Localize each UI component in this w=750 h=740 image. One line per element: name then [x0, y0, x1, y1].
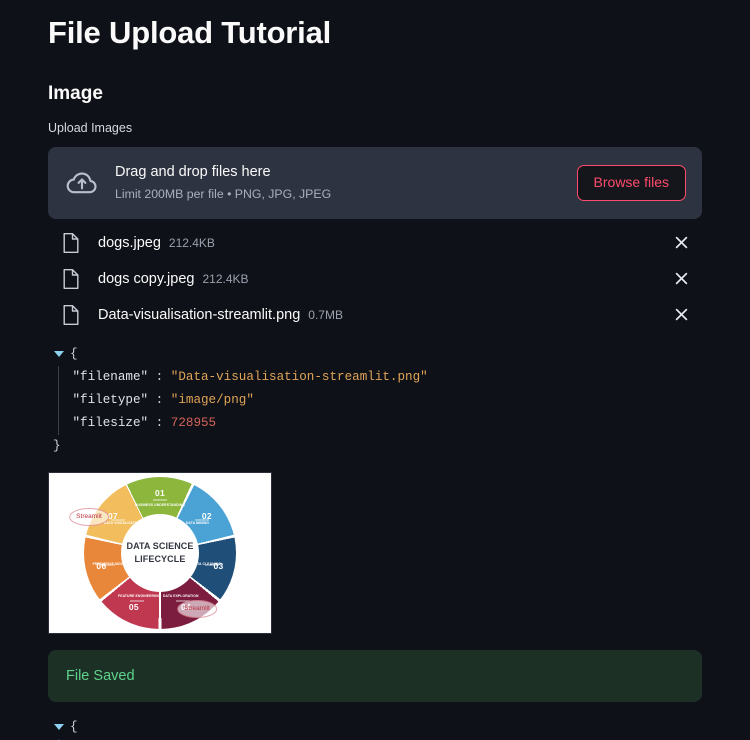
dropzone-limit-text: Limit 200MB per file • PNG, JPG, JPEG: [115, 187, 332, 202]
dropzone-text: Drag and drop files here Limit 200MB per…: [115, 162, 577, 203]
donut-segment-caption: DATA EXPLORATION: [162, 594, 199, 599]
json-open-brace: {: [70, 346, 78, 361]
json-viewer-bottom: { "filename" : "dogs copy.jpeg": [48, 716, 702, 740]
status-badge: File Saved: [48, 649, 702, 702]
file-name: dogs copy.jpeg: [98, 270, 195, 287]
browse-files-button[interactable]: Browse files: [576, 165, 686, 201]
json-colon: :: [155, 392, 164, 407]
file-dropzone[interactable]: Drag and drop files here Limit 200MB per…: [48, 146, 702, 219]
watermark-bottom: Streamlit: [177, 599, 217, 618]
json-value: "Data-visualisation-streamlit.png": [170, 369, 428, 384]
donut-segment-caption: FEATURE ENGINEERING: [118, 594, 161, 599]
table-row: Data-visualisation-streamlit.png 0.7MB: [48, 297, 702, 333]
json-body: "filename" : "Data-visualisation-streaml…: [57, 365, 703, 435]
cloud-upload-icon: [65, 166, 99, 200]
json-property: "filetype" : "image/png": [73, 389, 703, 412]
donut-segment-divider: [129, 600, 144, 602]
main-container: File Upload Tutorial Image Upload Images…: [0, 0, 750, 740]
donut-segment-caption: DATA CLEANING: [192, 561, 222, 566]
json-root-line: {: [52, 343, 702, 366]
json-root-line: {: [52, 716, 702, 739]
watermark-top: Streamlit: [69, 507, 109, 526]
remove-file-button[interactable]: [668, 230, 694, 256]
alert-message: File Saved: [66, 667, 135, 684]
section-heading: Image: [48, 82, 103, 104]
json-property: "filename" : "Data-visualisation-streaml…: [73, 366, 703, 389]
file-icon: [62, 268, 80, 290]
app-root: File Upload Tutorial Image Upload Images…: [0, 0, 750, 740]
remove-file-button[interactable]: [668, 302, 694, 328]
donut-segment-divider: [153, 499, 167, 501]
file-size: 212.4KB: [168, 235, 215, 250]
donut-center-line1: DATA SCIENCE: [126, 540, 194, 551]
donut-center-line2: LIFECYCLE: [134, 553, 186, 564]
file-icon: [62, 304, 80, 326]
json-value: "image/png": [170, 392, 254, 407]
image-preview-wrap: DATA SCIENCE LIFECYCLE 01 BUSINESS UNDERS…: [48, 471, 702, 634]
page-title: File Upload Tutorial: [48, 15, 332, 50]
caret-down-icon[interactable]: [52, 721, 65, 734]
remove-file-button[interactable]: [668, 266, 694, 292]
uploader-label: Upload Images: [48, 121, 133, 136]
donut-segment-number: 05: [128, 602, 139, 613]
json-property: "filesize" : 728955: [73, 412, 703, 435]
donut-segment-caption: DATA VISUALIZATION: [103, 521, 142, 526]
caret-down-icon[interactable]: [52, 348, 65, 361]
json-key: "filetype": [72, 392, 149, 407]
donut-segment-caption: DATA MINING: [185, 521, 209, 526]
table-row: dogs.jpeg 212.4KB: [48, 225, 702, 261]
donut-center-label: DATA SCIENCE LIFECYCLE: [121, 513, 199, 592]
json-value: 728955: [170, 415, 217, 430]
file-name: Data-visualisation-streamlit.png: [98, 306, 301, 323]
dropzone-primary-text: Drag and drop files here: [115, 164, 271, 181]
json-open-brace: {: [70, 719, 78, 734]
donut-segment-caption: PREDICTIVE MODELING: [92, 561, 135, 566]
json-key: "filename": [72, 369, 149, 384]
uploaded-file-list: dogs.jpeg 212.4KB dogs copy.jpeg 212.4KB…: [48, 225, 702, 333]
donut-segment-caption: BUSINESS UNDERSTANDING: [135, 503, 185, 508]
json-viewer-top: { "filename" : "Data-visualisation-strea…: [48, 343, 702, 458]
image-preview: DATA SCIENCE LIFECYCLE 01 BUSINESS UNDERS…: [48, 471, 272, 634]
json-colon: :: [155, 369, 164, 384]
file-icon: [62, 232, 80, 254]
json-colon: :: [155, 415, 164, 430]
donut-segment-number: 01: [154, 487, 166, 498]
json-key: "filesize": [72, 415, 149, 430]
file-size: 212.4KB: [202, 271, 249, 286]
file-name: dogs.jpeg: [98, 234, 161, 251]
json-close-brace: }: [53, 438, 61, 453]
table-row: dogs copy.jpeg 212.4KB: [48, 261, 702, 297]
file-size: 0.7MB: [308, 307, 343, 322]
